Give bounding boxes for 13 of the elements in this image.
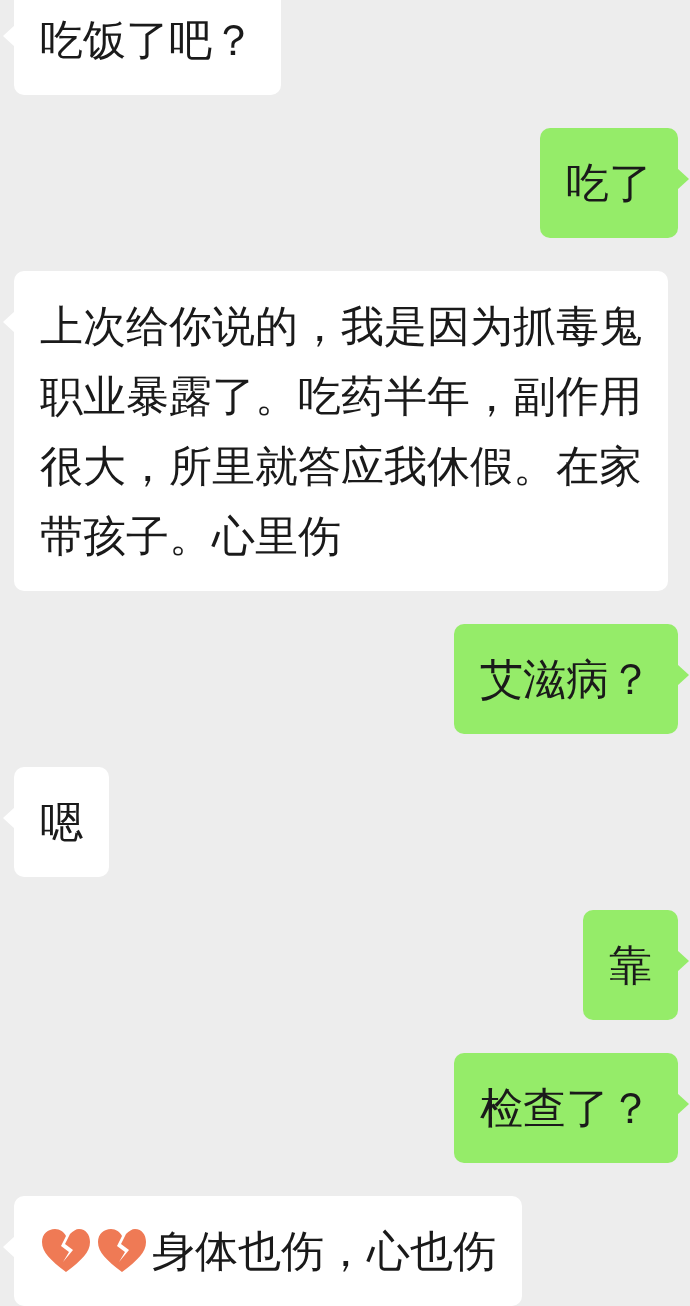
message-text: 吃了: [566, 158, 652, 208]
message-text: 检查了？: [480, 1083, 652, 1133]
broken-heart-icon: [96, 1228, 148, 1274]
message-text: 职业暴露了。吃药半年，副作用: [40, 371, 642, 421]
message-text: 嗯: [40, 797, 83, 847]
message-text: 吃饭了吧？: [40, 15, 255, 65]
broken-heart-icon: [40, 1228, 92, 1274]
message-text: 靠: [609, 940, 652, 990]
message-text: 上次给你说的，我是因为抓毒鬼: [40, 301, 642, 351]
message-text: 带孩子。心里伤: [40, 511, 342, 561]
message-text: 艾滋病？: [480, 654, 652, 704]
message-text: 身体也伤，心也伤: [152, 1226, 496, 1276]
message-text: 很大，所里就答应我休假。在家: [40, 441, 642, 491]
